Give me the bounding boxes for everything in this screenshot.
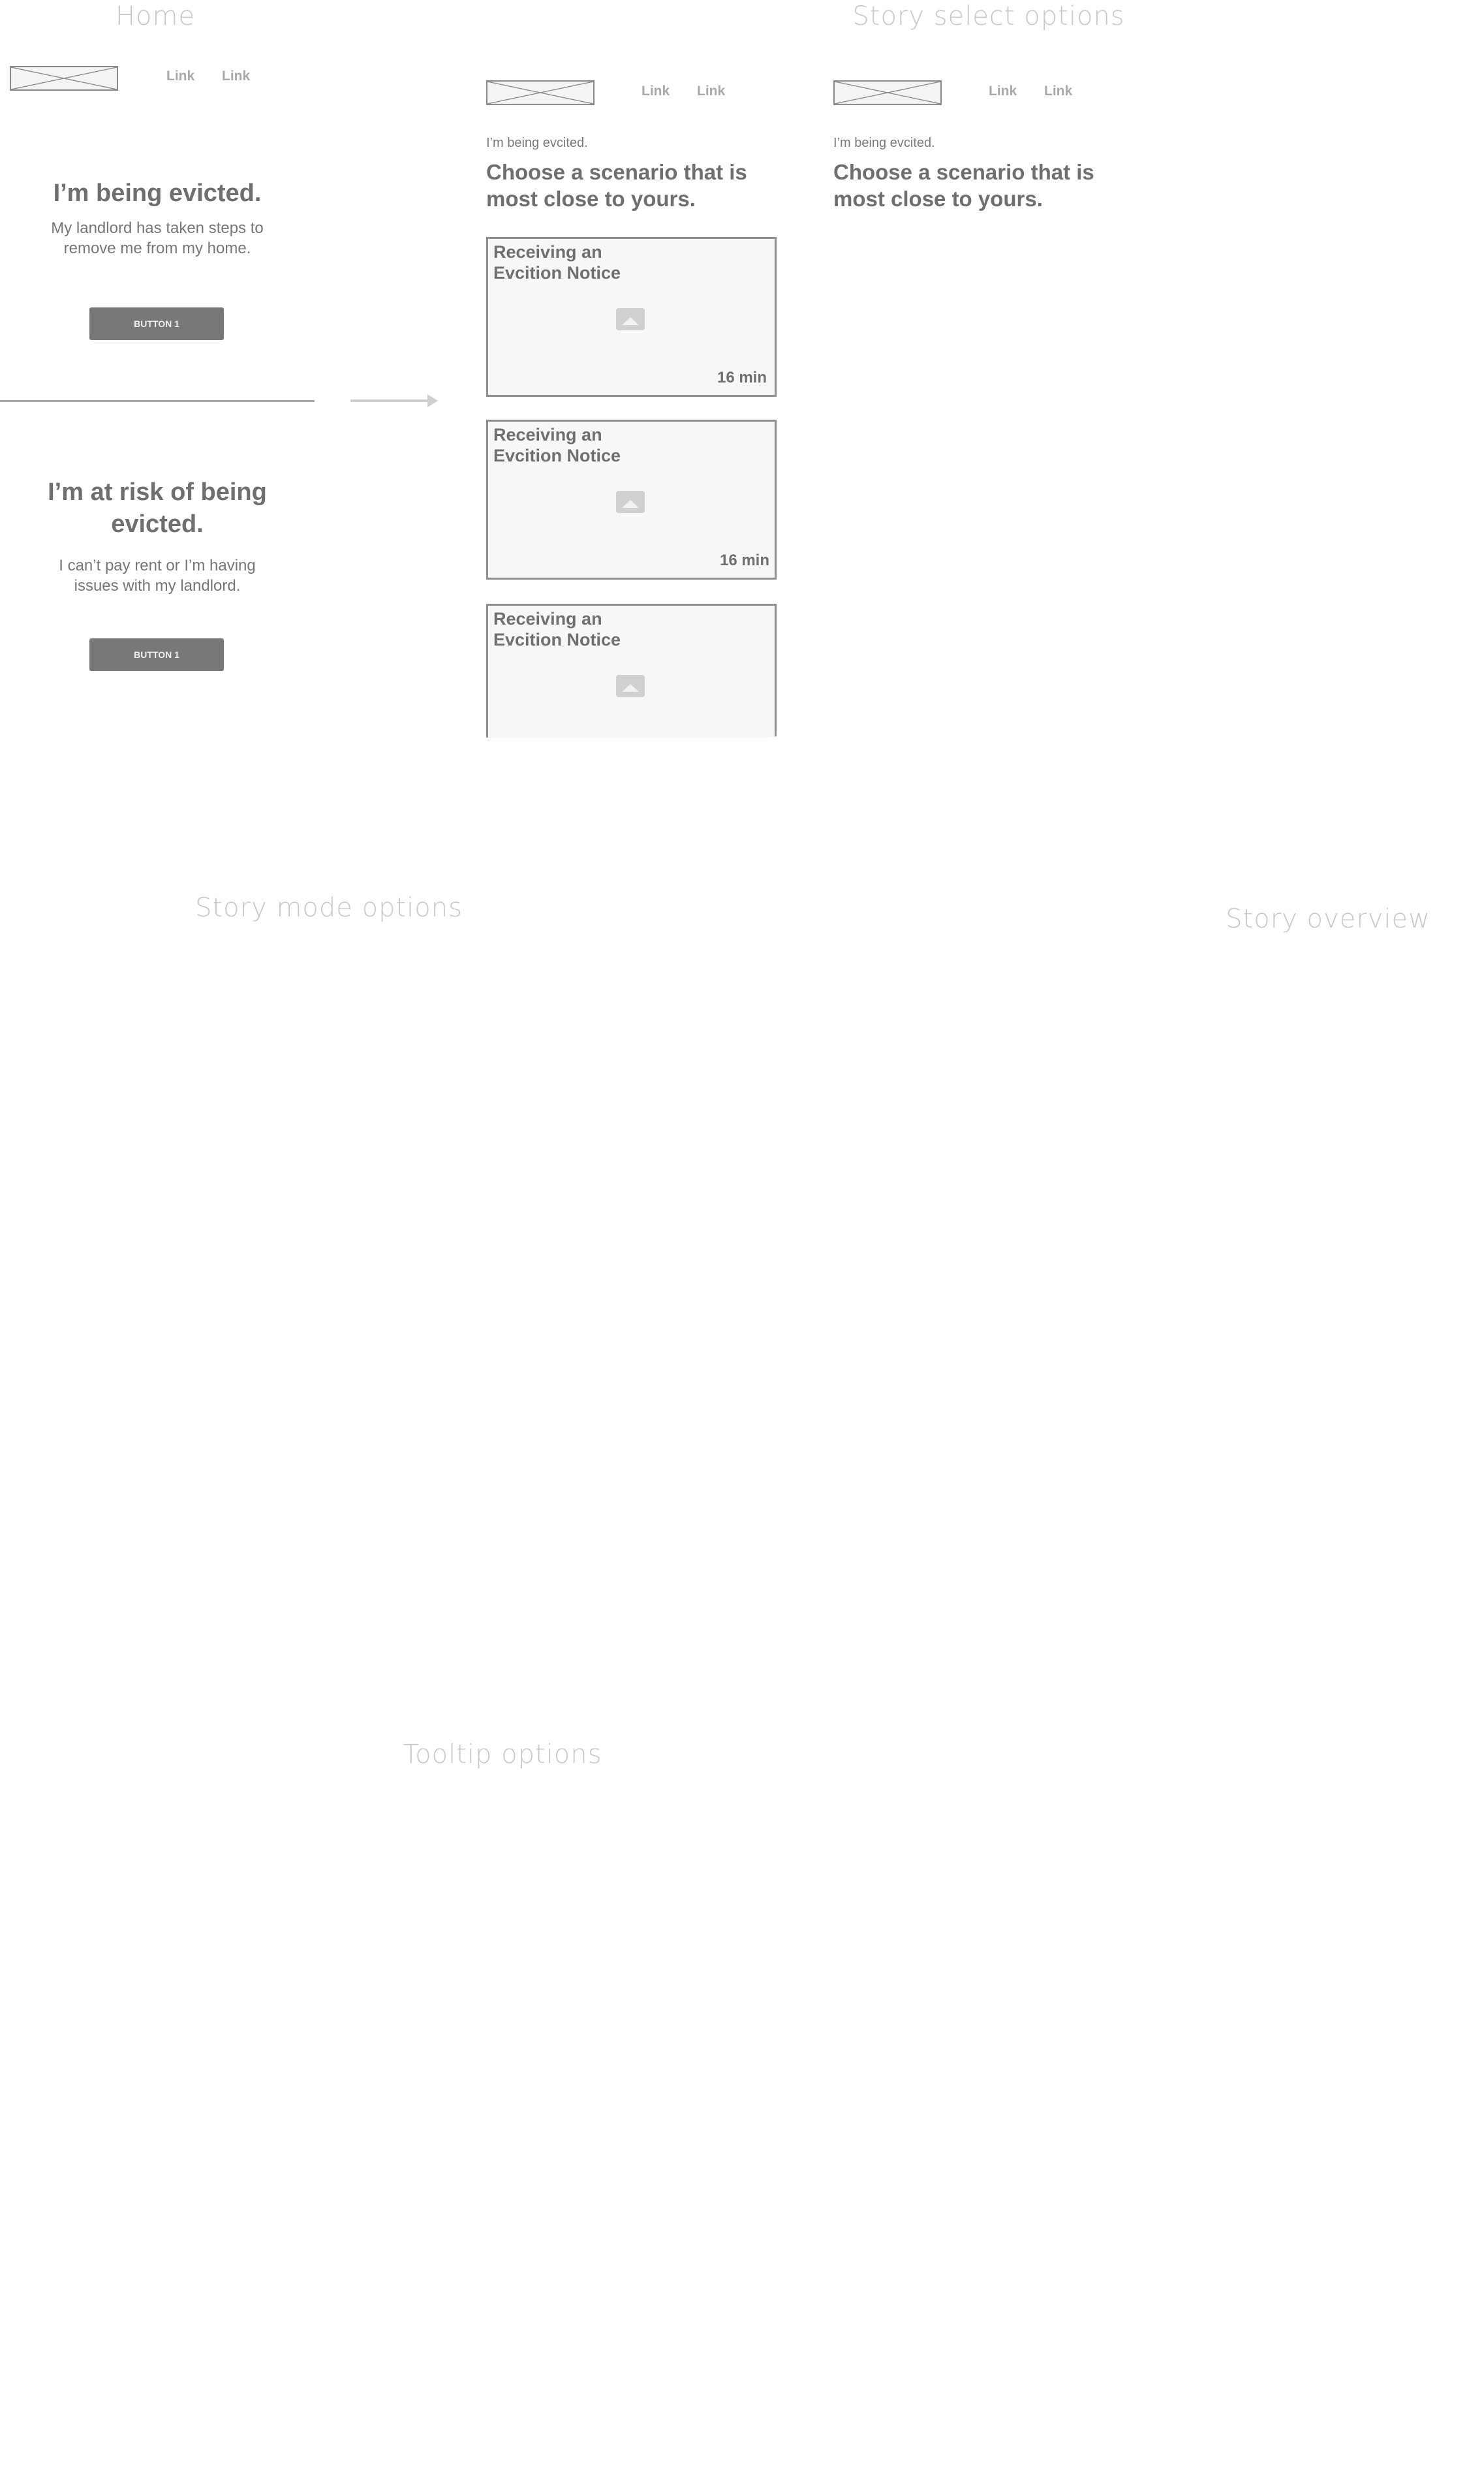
section-title-story-overview: Story overview — [1226, 904, 1430, 934]
evicted-button[interactable]: BUTTON 1 — [89, 307, 224, 340]
divider — [0, 400, 315, 402]
heading: Choose a scenario that is most close to … — [833, 160, 1094, 211]
image-icon — [616, 308, 645, 330]
nav-link-2[interactable]: Link — [1044, 84, 1072, 99]
flow-arrow-right — [350, 399, 429, 402]
nav-link-2[interactable]: Link — [222, 69, 250, 84]
story-select-list-screen: Link Link I’m being evcited. Choose a sc… — [472, 55, 786, 738]
heading: Choose a scenario that is most close to … — [486, 160, 747, 211]
section-title-story-mode: Story mode options — [195, 893, 463, 923]
image-icon — [616, 675, 645, 697]
nav-link-1[interactable]: Link — [642, 84, 670, 99]
section-title-home: Home — [115, 1, 196, 31]
evicted-title: I’m being evicted. — [53, 179, 262, 207]
section-title-tooltip: Tooltip options — [403, 1740, 602, 1770]
arrow-head-icon — [427, 394, 438, 407]
nav-link-1[interactable]: Link — [166, 69, 194, 84]
story-card-title: Receiving an Evcition Notice — [493, 609, 621, 650]
story-duration: 16 min — [717, 369, 767, 386]
logo-placeholder — [10, 66, 118, 91]
section-title-story-select: Story select options — [852, 1, 1125, 31]
at-risk-desc: I can’t pay rent or I’m having issues wi… — [59, 556, 256, 595]
evicted-option: I’m being evicted. My landlord has taken… — [0, 179, 315, 258]
story-select-grid-screen: Link Link I’m being evcited. Choose a sc… — [820, 55, 1135, 738]
at-risk-title: I’m at risk of being evicted. — [48, 478, 267, 538]
story-duration: 16 min — [719, 552, 769, 569]
story-card-title: Receiving an Evcition Notice — [493, 425, 621, 466]
logo-placeholder — [486, 80, 595, 105]
at-risk-option: I’m at risk of being evicted. I can’t pa… — [0, 476, 315, 596]
at-risk-button[interactable]: BUTTON 1 — [89, 638, 224, 671]
nav-link-2[interactable]: Link — [697, 84, 725, 99]
evicted-desc: My landlord has taken steps to remove me… — [51, 219, 264, 258]
home-screen: Link Link I’m being evicted. My landlord… — [0, 55, 315, 800]
nav-link-1[interactable]: Link — [989, 84, 1017, 99]
logo-placeholder — [833, 80, 942, 105]
eyebrow: I’m being evcited. — [833, 136, 935, 150]
image-icon — [616, 491, 645, 513]
story-card[interactable]: Receiving an Evcition Notice — [486, 604, 777, 738]
story-card-title: Receiving an Evcition Notice — [493, 242, 621, 283]
story-card[interactable]: Receiving an Evcition Notice 16 min — [486, 237, 777, 397]
story-card[interactable]: Receiving an Evcition Notice 16 min — [486, 420, 777, 580]
eyebrow: I’m being evcited. — [486, 136, 588, 150]
